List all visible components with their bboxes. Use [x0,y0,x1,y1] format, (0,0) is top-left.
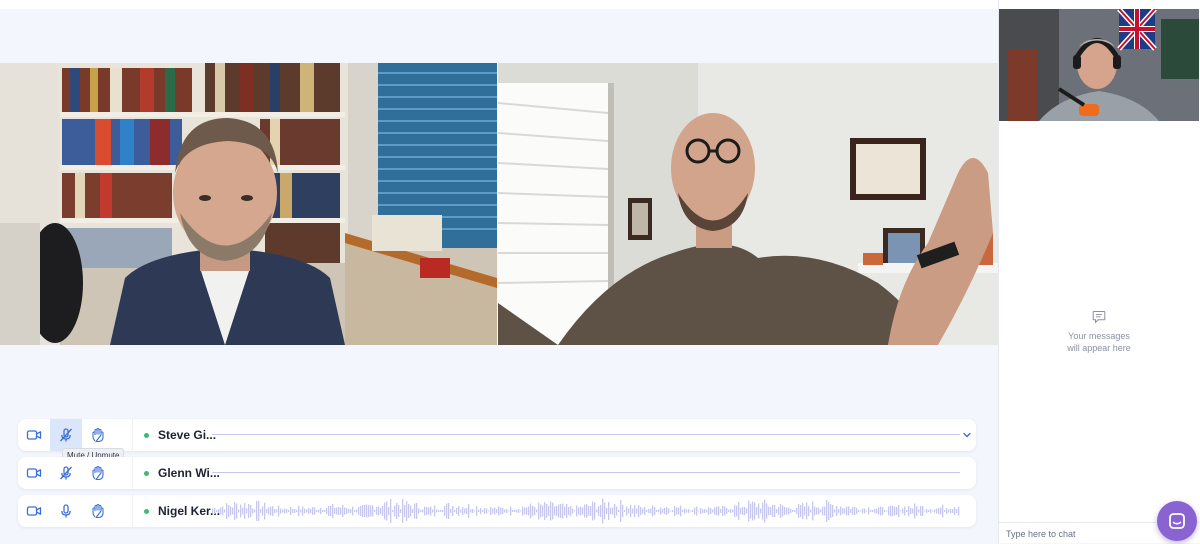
chat-bubble-icon [1092,310,1106,324]
chevron-down-icon [963,432,971,438]
participant-name: Glenn Wi... [158,466,220,480]
participant-bar-steve: Steve Gi... [18,419,976,451]
camera-toggle-button[interactable] [18,457,50,489]
participant-name: Nigel Ker... [158,504,221,518]
microphone-muted-icon [60,428,72,442]
speaking-indicator [144,433,149,438]
video-tile-nigel [498,63,998,345]
divider [132,457,133,489]
speaking-indicator [144,471,149,476]
raise-hand-button[interactable] [82,419,114,451]
chat-launcher-button[interactable] [1157,501,1197,541]
chat-input[interactable] [999,523,1156,544]
video-tile-steve [0,63,497,345]
raise-hand-icon [92,427,104,443]
video-camera-icon [26,468,42,478]
microphone-muted-icon [60,466,72,480]
raise-hand-button[interactable] [82,457,114,489]
raise-hand-button[interactable] [82,495,114,527]
chat-empty-state: Your messages will appear here [999,310,1199,354]
participant-bar-glenn: Glenn Wi... [18,457,976,489]
divider [132,419,133,451]
video-camera-icon [26,430,42,440]
chat-panel: Your messages will appear here [998,0,1200,544]
camera-toggle-button[interactable] [18,419,50,451]
chat-launcher-icon [1169,513,1185,529]
speaking-indicator [144,509,149,514]
video-camera-icon [26,506,42,516]
mute-toggle-button[interactable] [50,495,82,527]
raise-hand-icon [92,503,104,519]
mute-toggle-button[interactable] [50,457,82,489]
participant-bar-nigel: Nigel Ker... [18,495,976,527]
chat-empty-line1: Your messages [1068,331,1130,341]
audio-level-line [212,472,960,473]
participant-name: Steve Gi... [158,428,217,442]
mute-toggle-button[interactable] [50,419,82,451]
expand-button[interactable] [959,427,975,443]
self-video-tile [999,9,1199,121]
microphone-icon [61,504,71,518]
camera-toggle-button[interactable] [18,495,50,527]
audio-waveform [212,498,960,524]
raise-hand-icon [92,465,104,481]
chat-empty-line2: will appear here [1067,343,1131,353]
audio-level-line [212,434,960,435]
divider [132,495,133,527]
